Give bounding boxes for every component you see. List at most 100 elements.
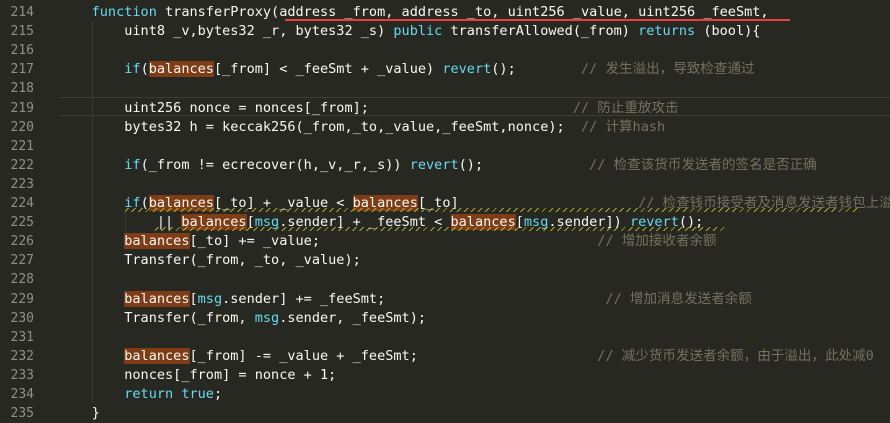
code-line[interactable]: 223 — [0, 175, 890, 194]
keyword-token: revert — [442, 61, 492, 78]
code-token: (); — [491, 61, 581, 78]
code-token: [ — [189, 290, 198, 307]
code-token: (); — [458, 156, 590, 173]
keyword-token: public — [393, 23, 443, 40]
line-number: 214 — [10, 5, 34, 20]
code-token: transferAllowed(_from) — [442, 23, 639, 40]
code-token: (_from != ecrecover(h,_v,_r,_s)) — [140, 156, 410, 173]
line-number: 228 — [10, 272, 34, 288]
code-line[interactable]: 232 balances[_from] -= _value + _feeSmt;… — [0, 347, 890, 366]
indent-guide — [92, 22, 94, 402]
code-line[interactable]: 231 — [0, 328, 890, 347]
line-number: 229 — [10, 291, 34, 307]
code-line[interactable]: 230 Transfer(_from, msg.sender, _feeSmt)… — [0, 309, 890, 328]
code-text: Transfer(_from, _to, _value); — [59, 251, 361, 270]
code-text: uint256 nonce = nonces[_from]; // 防止重放攻击 — [59, 99, 679, 118]
comment-token: // 防止重放攻击 — [572, 99, 679, 116]
keyword-token: revert — [409, 156, 459, 173]
code-line[interactable]: 220 bytes32 h = keccak256(_from,_to,_val… — [0, 118, 890, 137]
code-text: uint8 _v,bytes32 _r, bytes32 _s) public … — [59, 22, 760, 41]
code-line[interactable]: 227 Transfer(_from, _to, _value); — [0, 251, 890, 270]
comment-token: // 检查该货币发送者的签名是否正确 — [589, 156, 817, 173]
code-token: Transfer(_from, _to, _value); — [59, 252, 361, 269]
code-line[interactable]: 228 — [0, 270, 890, 289]
line-number: 234 — [10, 387, 34, 402]
line-number: 226 — [10, 234, 34, 250]
highlighted-token: balances — [124, 290, 190, 307]
code-token: nonces[_from] = nonce + 1; — [59, 366, 337, 383]
line-number: 227 — [10, 253, 34, 269]
code-token: .sender] += _feeSmt; — [222, 290, 606, 307]
code-line[interactable]: 219 uint256 nonce = nonces[_from]; // 防止… — [0, 99, 890, 118]
code-token: bytes32 h = keccak256(_from,_to,_value,_… — [59, 118, 581, 135]
line-number: 220 — [10, 119, 34, 135]
code-token: (bool){ — [695, 23, 761, 40]
code-text: if(_from != ecrecover(h,_v,_r,_s)) rever… — [59, 156, 817, 175]
line-number: 217 — [10, 62, 34, 78]
code-editor[interactable]: 214 function transferProxy(address _from… — [0, 0, 890, 423]
line-number: 223 — [10, 176, 34, 192]
code-line[interactable]: 226 balances[_to] += _value; // 增加接收者余额 — [0, 232, 890, 251]
code-text: bytes32 h = keccak256(_from,_to,_value,_… — [59, 118, 665, 137]
line-number: 221 — [10, 138, 34, 154]
code-text: balances[msg.sender] += _feeSmt; // 增加消息… — [59, 290, 752, 309]
line-number: 230 — [10, 310, 34, 326]
indent-guide — [125, 212, 127, 231]
code-line[interactable]: 234 return true; — [0, 385, 890, 404]
highlighted-token: balances — [124, 347, 190, 364]
code-token: Transfer(_from, — [59, 309, 255, 326]
code-token: ( — [140, 61, 149, 78]
code-token: ; — [213, 386, 223, 402]
code-text: balances[_to] += _value; // 增加接收者余额 — [59, 232, 717, 251]
code-text: if(balances[_from] < _feeSmt + _value) r… — [59, 60, 754, 79]
code-line[interactable]: 221 — [0, 137, 890, 156]
comment-token: // 减少货币发送者余额，由于溢出，此处减0 — [597, 347, 874, 364]
code-text: return true; — [59, 385, 222, 404]
keyword-token: function — [91, 4, 157, 20]
code-line[interactable]: 235 } — [0, 404, 890, 423]
warning-squiggle — [155, 227, 725, 231]
code-line[interactable]: 229 balances[msg.sender] += _feeSmt; // … — [0, 290, 890, 309]
code-line[interactable]: 218 — [0, 79, 890, 98]
highlighted-token: balances — [148, 61, 214, 78]
code-token: [_from] -= _value + _feeSmt; — [189, 347, 598, 364]
code-text: Transfer(_from, msg.sender, _feeSmt); — [59, 309, 426, 328]
line-number: 219 — [10, 100, 34, 116]
code-text: nonces[_from] = nonce + 1; — [59, 366, 336, 385]
error-underline — [285, 19, 790, 21]
code-token: } — [59, 405, 100, 422]
line-number: 224 — [10, 196, 34, 211]
code-text: balances[_from] -= _value + _feeSmt; // … — [59, 347, 874, 366]
keyword-token: return — [124, 386, 174, 402]
line-number: 232 — [10, 348, 34, 364]
line-number: 218 — [10, 81, 34, 97]
code-line[interactable]: 222 if(_from != ecrecover(h,_v,_r,_s)) r… — [0, 156, 890, 175]
line-number: 222 — [10, 157, 34, 173]
code-token: [_from] < _feeSmt + _value) — [213, 61, 443, 78]
keyword-token: if — [124, 61, 141, 78]
comment-token: // 计算hash — [580, 118, 666, 135]
code-line[interactable]: 215 uint8 _v,bytes32 _r, bytes32 _s) pub… — [0, 22, 890, 41]
code-line[interactable]: 216 — [0, 41, 890, 60]
keyword-token: true — [181, 386, 214, 402]
keyword-token: if — [124, 156, 141, 173]
comment-token: // 增加接收者余额 — [597, 233, 717, 250]
highlighted-token: balances — [124, 233, 190, 250]
code-token: uint8 _v,bytes32 _r, bytes32 _s) — [59, 23, 394, 40]
line-number: 233 — [10, 367, 34, 383]
code-token: .sender, _feeSmt); — [279, 309, 427, 326]
code-token: uint256 nonce = nonces[_from]; — [59, 99, 573, 116]
comment-token: // 增加消息发送者余额 — [605, 290, 752, 307]
code-token: transferProxy(address _from, address _to… — [156, 4, 769, 20]
keyword-token: returns — [638, 23, 696, 40]
code-text: } — [59, 404, 100, 423]
line-number: 235 — [10, 406, 34, 422]
keyword-token: msg — [197, 290, 223, 307]
code-line[interactable]: 233 nonces[_from] = nonce + 1; — [0, 366, 890, 385]
line-number: 215 — [10, 24, 34, 40]
line-number: 216 — [10, 43, 34, 59]
code-line[interactable]: 217 if(balances[_from] < _feeSmt + _valu… — [0, 60, 890, 79]
keyword-token: msg — [254, 309, 280, 326]
comment-token: // 发生溢出，导致检查通过 — [581, 61, 755, 78]
line-number: 231 — [10, 329, 34, 345]
